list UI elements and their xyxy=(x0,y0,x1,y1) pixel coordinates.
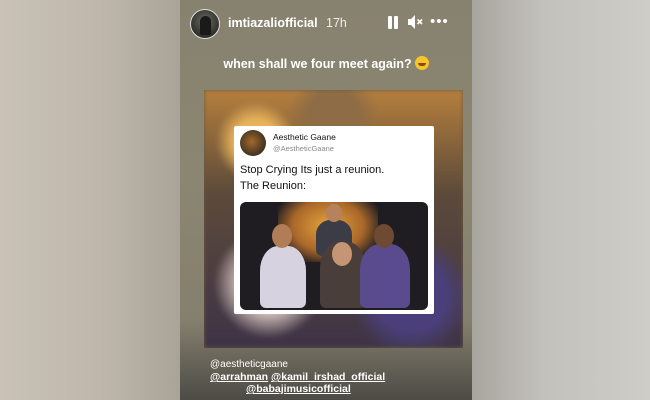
laughing-emoji-icon xyxy=(414,56,429,70)
blurred-backdrop-right xyxy=(472,0,650,400)
person-left xyxy=(260,246,306,308)
mention-arrahman[interactable]: @arrahman xyxy=(210,371,268,383)
mention-kamil-irshad[interactable]: @kamil_irshad_official xyxy=(271,371,385,383)
mention-babajimusic[interactable]: @babajimusicofficial xyxy=(246,383,351,395)
person-right-head xyxy=(374,224,394,248)
mention-line-2: @arrahman @kamil_irshad_official xyxy=(210,371,385,383)
more-icon[interactable]: ••• xyxy=(430,13,452,31)
tweet-text-line1: Stop Crying Its just a reunion. xyxy=(240,164,385,176)
tweet-text-line2: The Reunion: xyxy=(240,180,307,192)
person-right xyxy=(360,244,410,308)
tweet-card: Aesthetic Gaane @AestheticGaane Stop Cry… xyxy=(234,126,434,314)
caption-text: when shall we four meet again? xyxy=(223,57,412,71)
mute-icon[interactable] xyxy=(406,13,424,31)
pause-icon[interactable] xyxy=(386,13,400,31)
story-timestamp: 17h xyxy=(326,16,347,30)
person-center-head xyxy=(332,242,352,266)
story-image: Aesthetic Gaane @AestheticGaane Stop Cry… xyxy=(204,90,463,348)
tweet-avatar xyxy=(240,130,266,156)
story-viewer: imtiazaliofficial 17h ••• when shall we … xyxy=(180,0,472,400)
person-left-head xyxy=(272,224,292,248)
story-username[interactable]: imtiazaliofficial xyxy=(228,16,318,30)
tweet-author-name: Aesthetic Gaane xyxy=(273,132,336,142)
story-caption: when shall we four meet again? xyxy=(180,56,472,71)
story-header: imtiazaliofficial 17h ••• xyxy=(180,0,472,46)
blurred-backdrop-left xyxy=(0,0,180,400)
reunion-photo xyxy=(240,202,428,310)
person-standing-head xyxy=(326,204,342,222)
mention-aestheticgaane[interactable]: @aestheticgaane xyxy=(210,359,288,370)
tweet-author-handle: @AestheticGaane xyxy=(273,144,334,153)
avatar[interactable] xyxy=(190,9,220,39)
